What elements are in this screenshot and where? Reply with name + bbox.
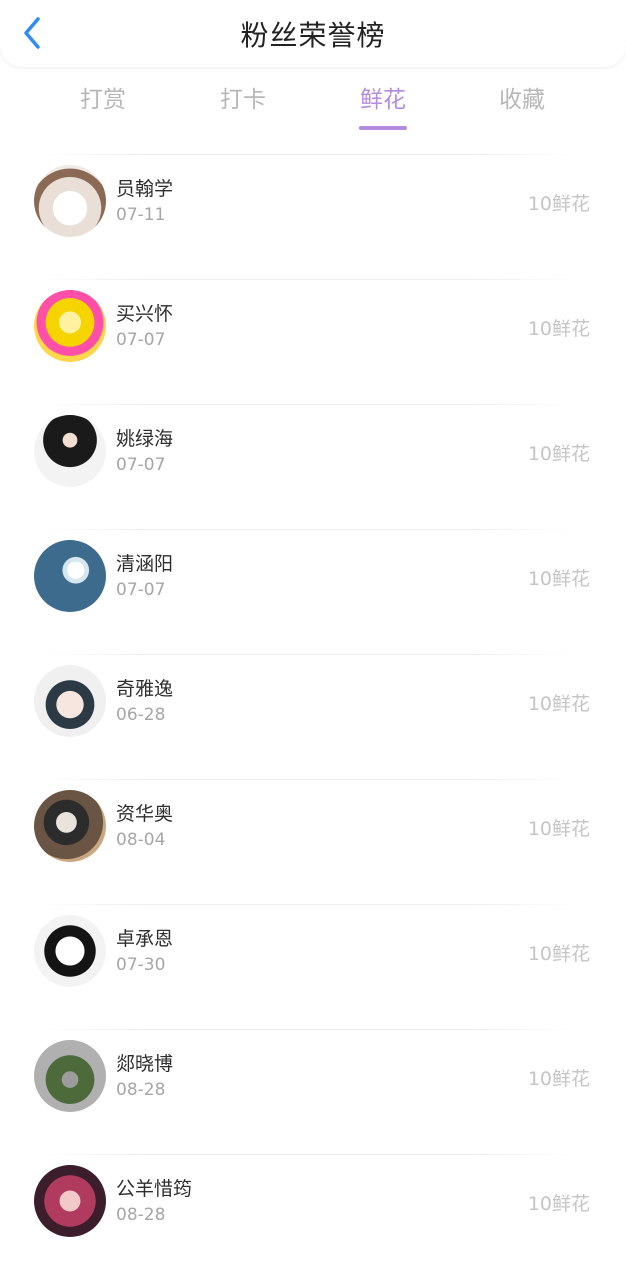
avatar bbox=[34, 165, 106, 237]
tab-label: 打赏 bbox=[80, 87, 126, 113]
avatar bbox=[34, 1040, 106, 1112]
list-item[interactable]: 郯晓博 08-28 10鲜花 bbox=[0, 1023, 626, 1148]
flower-count: 10鲜花 bbox=[527, 568, 590, 590]
avatar bbox=[34, 415, 106, 487]
tab-xianhua[interactable]: 鲜花 bbox=[338, 80, 428, 134]
flower-count: 10鲜花 bbox=[527, 693, 590, 715]
list-item[interactable]: 姚绿海 07-07 10鲜花 bbox=[0, 398, 626, 523]
flower-count: 10鲜花 bbox=[527, 943, 590, 965]
list-item[interactable]: 公羊惜筠 08-28 10鲜花 bbox=[0, 1148, 626, 1273]
fan-date: 07-07 bbox=[116, 580, 166, 600]
fan-date: 07-07 bbox=[116, 330, 166, 350]
avatar bbox=[34, 290, 106, 362]
fan-date: 07-07 bbox=[116, 455, 166, 475]
avatar bbox=[34, 1165, 106, 1237]
list-item[interactable]: 奇雅逸 06-28 10鲜花 bbox=[0, 648, 626, 773]
flower-count: 10鲜花 bbox=[527, 193, 590, 215]
fan-name: 公羊惜筠 bbox=[116, 1178, 193, 1200]
fan-name: 清涵阳 bbox=[116, 553, 174, 575]
tab-bar: 打赏 打卡 鲜花 收藏 bbox=[0, 80, 626, 136]
flower-count: 10鲜花 bbox=[527, 818, 590, 840]
tab-dashang[interactable]: 打赏 bbox=[58, 80, 148, 134]
flower-count: 10鲜花 bbox=[527, 1068, 590, 1090]
fan-name: 卓承恩 bbox=[116, 928, 174, 950]
flower-count: 10鲜花 bbox=[527, 318, 590, 340]
avatar bbox=[34, 915, 106, 987]
list-item[interactable]: 员翰学 07-11 10鲜花 bbox=[0, 148, 626, 273]
fan-ranking-list: 员翰学 07-11 10鲜花 买兴怀 07-07 10鲜花 姚绿海 07-07 … bbox=[0, 148, 626, 1273]
page-title: 粉丝荣誉榜 bbox=[240, 19, 386, 52]
flower-count: 10鲜花 bbox=[527, 1193, 590, 1215]
fan-name: 员翰学 bbox=[116, 178, 174, 200]
fan-name: 郯晓博 bbox=[116, 1053, 174, 1075]
fan-name: 资华奥 bbox=[116, 803, 174, 825]
fan-name: 奇雅逸 bbox=[116, 678, 174, 700]
fan-date: 08-04 bbox=[116, 830, 166, 850]
list-item[interactable]: 卓承恩 07-30 10鲜花 bbox=[0, 898, 626, 1023]
tab-label: 打卡 bbox=[220, 87, 266, 113]
list-item[interactable]: 清涵阳 07-07 10鲜花 bbox=[0, 523, 626, 648]
tab-label: 收藏 bbox=[499, 87, 545, 113]
fan-name: 姚绿海 bbox=[116, 428, 174, 450]
fan-date: 06-28 bbox=[116, 705, 166, 725]
list-item[interactable]: 资华奥 08-04 10鲜花 bbox=[0, 773, 626, 898]
list-item[interactable]: 买兴怀 07-07 10鲜花 bbox=[0, 273, 626, 398]
active-tab-indicator bbox=[359, 126, 407, 130]
header-bar: 粉丝荣誉榜 bbox=[0, 0, 626, 67]
tab-daka[interactable]: 打卡 bbox=[198, 80, 288, 134]
tab-shoucang[interactable]: 收藏 bbox=[477, 80, 567, 134]
fan-date: 08-28 bbox=[116, 1205, 166, 1225]
fan-date: 07-30 bbox=[116, 955, 166, 975]
fan-date: 07-11 bbox=[116, 205, 166, 225]
fan-date: 08-28 bbox=[116, 1080, 166, 1100]
avatar bbox=[34, 790, 106, 862]
fan-name: 买兴怀 bbox=[116, 303, 174, 325]
tab-label: 鲜花 bbox=[360, 87, 406, 113]
avatar bbox=[34, 540, 106, 612]
avatar bbox=[34, 665, 106, 737]
flower-count: 10鲜花 bbox=[527, 443, 590, 465]
